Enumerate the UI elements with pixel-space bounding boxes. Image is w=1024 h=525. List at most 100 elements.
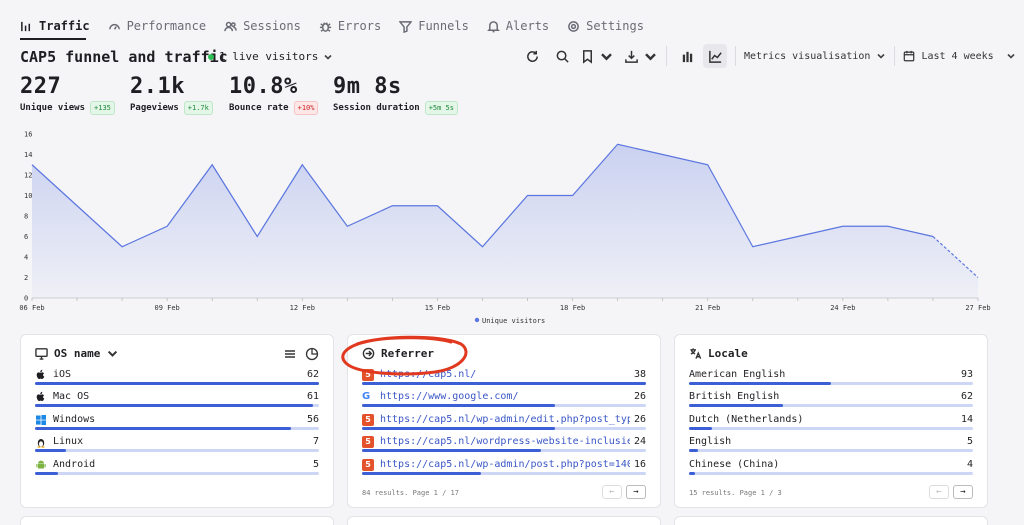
list-item[interactable]: Mac OS 61 [35, 389, 319, 411]
refresh-button[interactable] [520, 44, 544, 68]
locale-card: Locale American English 93 British English… [674, 334, 988, 508]
chevron-down-icon [324, 54, 332, 60]
list-item[interactable]: British English 62 [689, 389, 973, 411]
bug-icon [319, 21, 331, 32]
list-item[interactable]: 5 https://cap5.nl/wordpress-website-inclu… [362, 434, 646, 456]
live-visitors-dropdown[interactable]: 1 live visitors [208, 50, 333, 63]
metrics-visualisation-dropdown[interactable]: Metrics visualisation [744, 51, 886, 62]
item-label[interactable]: https://www.google.com/ [380, 391, 518, 402]
date-range-dropdown[interactable]: Last 4 weeks [903, 50, 1015, 62]
list-item[interactable]: Windows 56 [35, 412, 319, 434]
tab-errors[interactable]: Errors [319, 14, 381, 38]
share-bar [689, 449, 973, 453]
metric-label: Unique views [20, 103, 86, 113]
chart-toolbar: Metrics visualisation Last 4 weeks [520, 44, 1016, 68]
item-count: 26 [633, 391, 646, 403]
share-bar [362, 426, 646, 430]
next-page-button[interactable]: → [626, 485, 646, 499]
search-icon [556, 50, 569, 63]
os-name-card: OS name iOS 62 Mac OS 61 Windows 56 Linux 7 Andr… [20, 334, 334, 508]
referrer-card-header[interactable]: Referrer [362, 347, 434, 360]
card-peek [674, 516, 988, 525]
line-chart-toggle[interactable] [703, 44, 727, 68]
list-icon[interactable] [283, 347, 297, 361]
item-label[interactable]: https://cap5.nl/wordpress-website-inclus… [380, 436, 630, 447]
metric-label: Session duration [333, 103, 420, 113]
locale-card-header[interactable]: Locale [689, 347, 748, 360]
metric-pageviews[interactable]: 2.1k Pageviews +1.7k [130, 74, 213, 115]
bar-chart-toggle[interactable] [675, 44, 699, 68]
chevron-down-icon [877, 53, 886, 59]
item-label[interactable]: https://cap5.nl/wp-admin/post.php?post=1… [380, 459, 630, 470]
refresh-icon [526, 50, 538, 62]
tab-label: Performance [126, 19, 207, 33]
list-item[interactable]: Linux 7 [35, 434, 319, 456]
share-bar [35, 382, 319, 385]
tab-label: Sessions [243, 19, 301, 33]
search-button[interactable] [550, 44, 574, 68]
item-label[interactable]: https://cap5.nl/wp-admin/edit.php?post_t… [380, 414, 630, 425]
share-bar-fill [689, 404, 783, 408]
list-item[interactable]: American English 93 [689, 367, 973, 389]
metric-bounce-rate[interactable]: 10.8% Bounce rate +10% [229, 74, 319, 115]
date-range-label: Last 4 weeks [921, 50, 994, 62]
item-label[interactable]: https://cap5.nl/ [380, 369, 476, 380]
prev-page-button[interactable]: ← [929, 485, 949, 499]
share-bar-fill [362, 426, 556, 430]
monitor-icon [35, 348, 48, 360]
metric-session-duration[interactable]: 9m 8s Session duration +5m 5s [333, 74, 458, 115]
list-item[interactable]: iOS 62 [35, 367, 319, 389]
os-card-header[interactable]: OS name [35, 347, 119, 360]
y-tick-label: 8 [24, 213, 28, 221]
chevron-down-icon [1007, 53, 1015, 59]
prev-page-button[interactable]: ← [602, 485, 622, 499]
list-item[interactable]: English 5 [689, 434, 973, 456]
list-item[interactable]: Android 5 [35, 457, 319, 479]
tab-traffic[interactable]: Traffic [20, 14, 90, 38]
list-item[interactable]: Chinese (China) 4 [689, 457, 973, 479]
list-item[interactable]: 5 https://cap5.nl/wp-admin/post.php?post=… [362, 457, 646, 479]
tab-label: Settings [586, 19, 644, 33]
pie-chart-icon[interactable] [305, 347, 319, 361]
card-peek [347, 516, 661, 525]
page-title: CAP5 funnel and traffic [20, 48, 228, 66]
item-label: Windows [53, 413, 96, 425]
metric-unique-views[interactable]: 227 Unique views +135 [20, 74, 115, 115]
item-label: British English [689, 391, 780, 403]
android-icon [36, 460, 46, 469]
next-page-button[interactable]: → [953, 485, 973, 499]
x-tick-label: 21 Feb [695, 304, 720, 312]
x-tick-label: 18 Feb [560, 304, 585, 312]
share-bar-fill [35, 404, 314, 408]
list-item[interactable]: 5 https://cap5.nl/38 [362, 367, 646, 389]
item-count: 4 [966, 458, 973, 470]
tab-funnels[interactable]: Funnels [399, 14, 469, 38]
tab-sessions[interactable]: Sessions [224, 14, 301, 38]
tab-settings[interactable]: Settings [567, 14, 644, 38]
analytics-page: Traffic Performance Sessions Errors Funn… [0, 0, 1024, 525]
bar-chart-icon [21, 21, 31, 31]
item-count: 7 [312, 436, 319, 448]
tab-label: Alerts [505, 19, 550, 33]
item-label: Linux [53, 436, 84, 448]
pagination-controls: ← → [602, 485, 646, 499]
tab-performance[interactable]: Performance [108, 14, 206, 38]
share-bar [35, 426, 319, 430]
bookmark-dropdown[interactable] [580, 44, 614, 68]
bell-icon [486, 20, 500, 32]
metric-value: 10.8% [229, 74, 298, 99]
pagination-info: 84 results. Page 1 / 17 [362, 489, 459, 497]
tab-bar: Traffic Performance Sessions Errors Funn… [20, 14, 644, 38]
share-bar [362, 471, 646, 475]
list-item[interactable]: 5 https://cap5.nl/wp-admin/edit.php?post_… [362, 412, 646, 434]
list-item[interactable]: Dutch (Netherlands) 14 [689, 412, 973, 434]
item-count: 93 [960, 369, 973, 380]
tab-alerts[interactable]: Alerts [486, 14, 550, 38]
metric-delta-badge: +5m 5s [424, 101, 458, 115]
x-tick-label: 06 Feb [19, 304, 44, 312]
share-bar [689, 404, 973, 408]
live-visitors-label: 1 live visitors [219, 50, 319, 63]
download-dropdown[interactable] [624, 44, 658, 68]
list-item[interactable]: Ghttps://www.google.com/26 [362, 389, 646, 411]
share-bar-fill [35, 449, 67, 453]
